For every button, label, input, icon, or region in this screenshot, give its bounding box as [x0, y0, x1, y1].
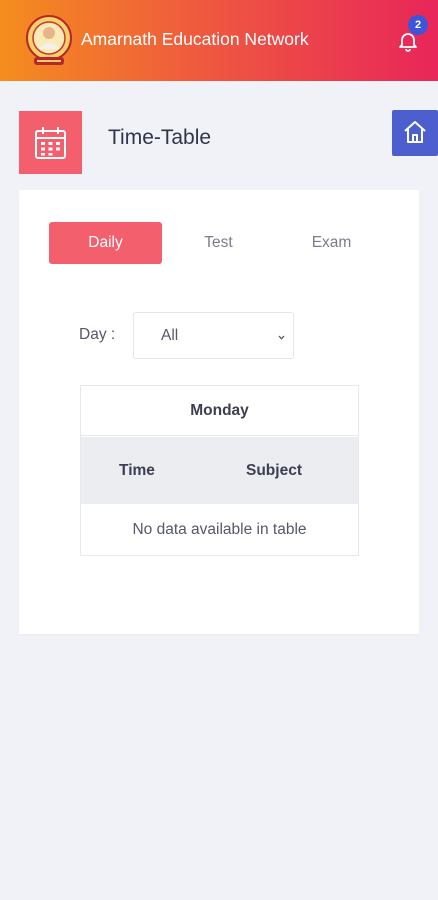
table-empty-message: No data available in table [132, 521, 307, 538]
table-day-heading: Monday [81, 386, 358, 436]
calendar-tile [19, 111, 82, 174]
school-logo [26, 13, 72, 69]
day-filter-label: Day : [79, 326, 116, 343]
day-select-value: All [161, 327, 179, 344]
calendar-icon [35, 127, 66, 159]
app-header: Amarnath Education Network 2 [0, 0, 438, 81]
home-icon [404, 121, 426, 143]
notification-badge: 2 [408, 15, 428, 35]
home-button[interactable] [392, 110, 438, 156]
chevron-down-icon [278, 335, 285, 340]
tab-test[interactable]: Test [162, 222, 275, 264]
column-subject: Subject [246, 462, 302, 479]
page-title: Time-Table [108, 126, 212, 149]
app-title: Amarnath Education Network [81, 29, 309, 49]
tab-exam[interactable]: Exam [275, 222, 388, 264]
table-column-header: Time Subject [81, 437, 358, 504]
day-select[interactable]: All [133, 312, 294, 359]
column-time: Time [119, 462, 155, 479]
timetable-table: Monday Time Subject No data available in… [80, 385, 359, 556]
timetable-card: Daily Test Exam Day : All Monday Time Su… [19, 190, 419, 634]
tab-daily[interactable]: Daily [49, 222, 162, 264]
